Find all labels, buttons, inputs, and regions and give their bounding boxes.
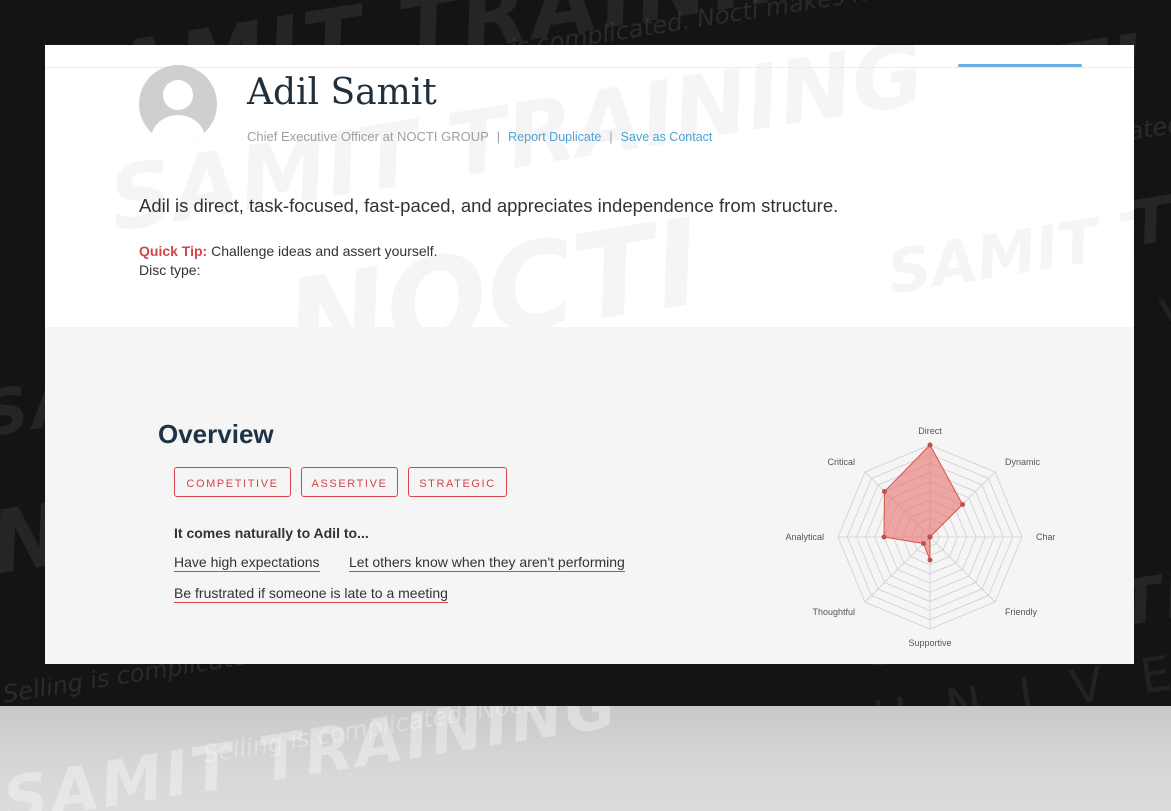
trait-item[interactable]: Let others know when they aren't perform…	[349, 554, 625, 572]
quick-tip: Quick Tip: Challenge ideas and assert yo…	[139, 243, 438, 259]
radar-data-point	[920, 541, 926, 547]
report-duplicate-link[interactable]: Report Duplicate	[508, 130, 601, 144]
separator: |	[609, 129, 613, 144]
radar-axis-label: Dynamic	[1005, 457, 1041, 467]
radar-data-point	[927, 534, 933, 540]
radar-axis-label: Thoughtful	[813, 607, 856, 617]
job-title: Chief Executive Officer at NOCTI GROUP	[247, 129, 489, 144]
save-contact-link[interactable]: Save as Contact	[621, 130, 713, 144]
card-watermark-brand: SAMIT TRAINING	[883, 152, 1134, 309]
radar-axis-label: Analytical	[785, 532, 824, 542]
profile-name: Adil Samit	[247, 72, 437, 113]
radar-axis-label: Charming	[1036, 532, 1055, 542]
radar-axis-label: Supportive	[908, 638, 951, 648]
personality-summary: Adil is direct, task-focused, fast-paced…	[139, 195, 839, 216]
separator: |	[496, 129, 501, 144]
profile-subline: Chief Executive Officer at NOCTI GROUP | R…	[247, 129, 712, 144]
radar-axis-label: Direct	[918, 426, 942, 436]
radar-data-point	[881, 534, 887, 540]
disc-type: Disc type:	[139, 262, 201, 278]
quick-tip-label: Quick Tip:	[139, 243, 208, 259]
tag-competitive[interactable]: COMPETITIVE	[174, 467, 291, 497]
trait-item[interactable]: Have high expectations	[174, 554, 320, 572]
active-tab-indicator	[958, 64, 1082, 67]
radar-axis-label: Critical	[828, 457, 856, 467]
user-silhouette-icon	[151, 80, 205, 143]
header-divider	[45, 67, 1134, 68]
radar-data-point	[960, 501, 966, 507]
tag-assertive[interactable]: ASSERTIVE	[301, 467, 398, 497]
disc-radar-chart: Direct Dynamic Charming Friendly Supportive T…	[785, 426, 1055, 648]
watermark-brand: SAMIT TRAINING	[0, 706, 624, 811]
overview-title: Overview	[158, 419, 274, 449]
trait-item[interactable]: Be frustrated if someone is late to a me…	[174, 585, 448, 603]
radar-axis-label: Friendly	[1005, 607, 1038, 617]
radar-data-point	[881, 488, 887, 494]
tag-strategic[interactable]: STRATEGIC	[408, 467, 507, 497]
lower-backdrop: SAMIT TRAINING Selling is complicated. N…	[0, 706, 1171, 811]
avatar	[139, 65, 217, 143]
radar-data-point	[927, 442, 933, 448]
quick-tip-text: Challenge ideas and assert yourself.	[207, 243, 438, 259]
radar-data-point	[927, 557, 933, 563]
naturally-label: It comes naturally to Adil to...	[174, 525, 369, 541]
